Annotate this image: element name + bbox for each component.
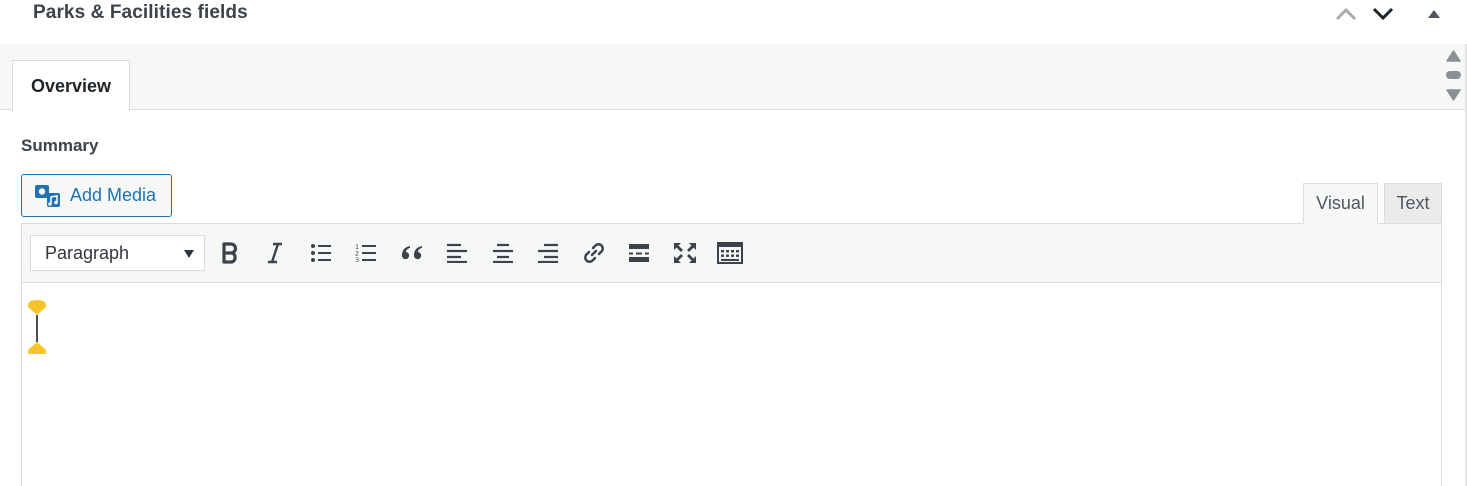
blockquote-button[interactable] bbox=[395, 236, 429, 270]
link-icon bbox=[584, 243, 604, 263]
align-left-icon bbox=[447, 243, 467, 263]
text-tab[interactable]: Text bbox=[1384, 183, 1442, 224]
italic-button[interactable] bbox=[258, 236, 292, 270]
fullscreen-button[interactable] bbox=[668, 236, 702, 270]
numbered-list-icon: 123 bbox=[355, 243, 376, 263]
scroll-down-icon[interactable] bbox=[1446, 89, 1461, 101]
numbered-list-button[interactable]: 123 bbox=[349, 236, 383, 270]
media-icon bbox=[34, 183, 62, 209]
align-center-icon bbox=[493, 243, 513, 263]
blockquote-icon bbox=[401, 246, 422, 260]
add-media-label: Add Media bbox=[70, 185, 157, 205]
align-right-icon bbox=[538, 243, 558, 263]
toolbar-toggle-button[interactable] bbox=[713, 236, 747, 270]
fullscreen-icon bbox=[674, 243, 696, 263]
dropdown-caret-icon bbox=[184, 250, 194, 258]
bulleted-list-icon bbox=[311, 244, 331, 262]
scroll-thumb-icon[interactable] bbox=[1446, 71, 1461, 79]
text-cursor-handle-icon bbox=[28, 300, 46, 354]
read-more-icon bbox=[629, 244, 649, 262]
format-select[interactable]: Paragraph bbox=[30, 235, 205, 271]
chevron-down-icon bbox=[1372, 7, 1394, 21]
rich-text-editor: Paragraph 123 bbox=[21, 223, 1442, 486]
chevron-up-icon bbox=[1335, 7, 1357, 21]
metabox-title: Parks & Facilities fields bbox=[33, 2, 248, 23]
visual-tab[interactable]: Visual bbox=[1303, 183, 1378, 224]
move-up-button[interactable] bbox=[1334, 2, 1358, 26]
insert-link-button[interactable] bbox=[577, 236, 611, 270]
read-more-button[interactable] bbox=[622, 236, 656, 270]
add-media-button[interactable]: Add Media bbox=[21, 174, 172, 217]
side-scroll-controls bbox=[1440, 44, 1467, 110]
align-center-button[interactable] bbox=[486, 236, 520, 270]
format-select-value: Paragraph bbox=[45, 242, 130, 263]
move-down-button[interactable] bbox=[1371, 2, 1395, 26]
tab-bar: Overview bbox=[0, 44, 1467, 111]
svg-text:3: 3 bbox=[355, 256, 359, 263]
metabox-header: Parks & Facilities fields bbox=[0, 0, 1467, 44]
editor-toolbar: Paragraph 123 bbox=[22, 224, 1441, 283]
italic-icon bbox=[268, 242, 282, 264]
bold-icon bbox=[222, 242, 238, 264]
bold-button[interactable] bbox=[213, 236, 247, 270]
summary-field-label: Summary bbox=[21, 136, 99, 155]
toggle-panel-button[interactable] bbox=[1422, 2, 1446, 26]
scroll-up-icon[interactable] bbox=[1446, 50, 1461, 62]
bulleted-list-button[interactable] bbox=[304, 236, 338, 270]
editor-content-area[interactable] bbox=[22, 284, 1441, 486]
align-right-button[interactable] bbox=[531, 236, 565, 270]
tab-overview[interactable]: Overview bbox=[12, 60, 130, 111]
align-left-button[interactable] bbox=[440, 236, 474, 270]
toolbar-toggle-icon bbox=[717, 242, 743, 264]
triangle-up-icon bbox=[1428, 10, 1440, 18]
